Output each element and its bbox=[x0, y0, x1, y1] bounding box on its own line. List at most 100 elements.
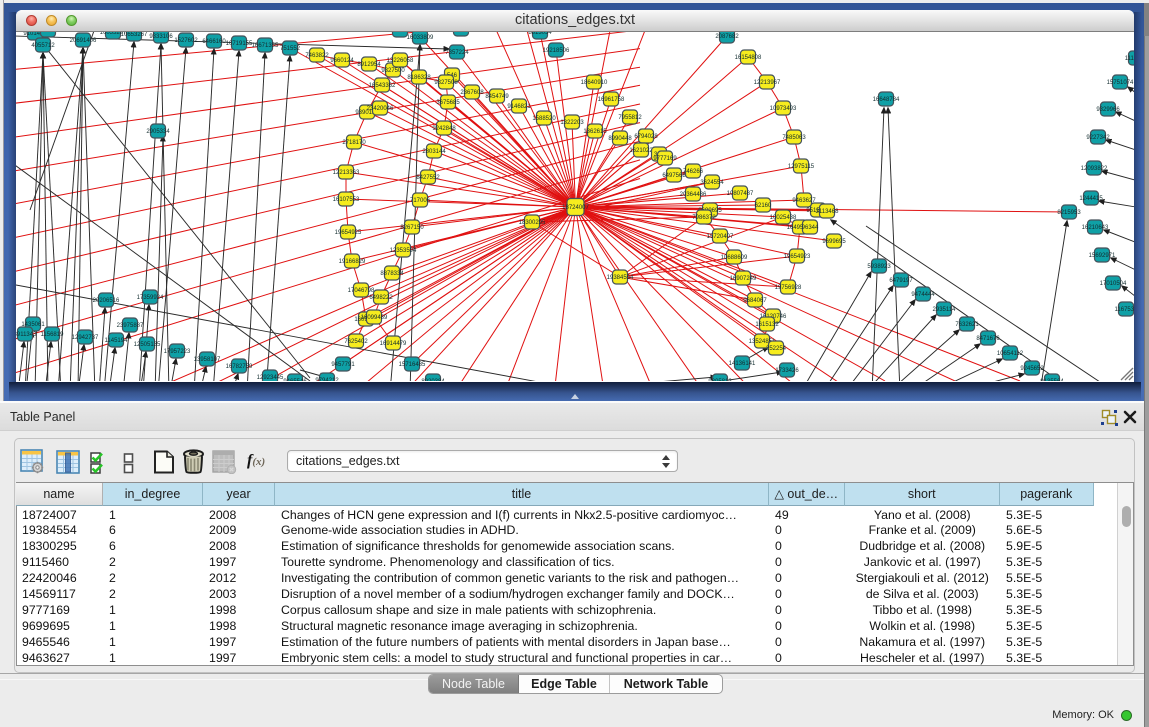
svg-text:717006: 717006 bbox=[410, 198, 431, 204]
svg-text:8215953: 8215953 bbox=[1057, 210, 1081, 216]
svg-text:5938923: 5938923 bbox=[867, 264, 891, 270]
svg-text:19218506: 19218506 bbox=[543, 48, 570, 54]
svg-text:15692971: 15692971 bbox=[1089, 253, 1116, 259]
svg-text:8990448: 8990448 bbox=[608, 136, 632, 142]
svg-text:23420046: 23420046 bbox=[367, 106, 394, 112]
svg-text:8471676: 8471676 bbox=[976, 336, 1000, 342]
svg-text:3675685: 3675685 bbox=[436, 100, 460, 106]
svg-text:8454749: 8454749 bbox=[485, 94, 509, 100]
svg-text:2087682: 2087682 bbox=[715, 34, 739, 40]
svg-text:13958107: 13958107 bbox=[194, 357, 221, 363]
svg-text:10719155: 10719155 bbox=[226, 41, 253, 47]
svg-text:16648784: 16648784 bbox=[873, 97, 900, 103]
svg-text:19384554: 19384554 bbox=[607, 275, 634, 281]
svg-text:1362615: 1362615 bbox=[583, 129, 607, 135]
svg-text:252254: 252254 bbox=[766, 346, 787, 352]
svg-text:16907249: 16907249 bbox=[730, 276, 757, 282]
svg-text:8813054: 8813054 bbox=[528, 32, 552, 36]
svg-text:10653267: 10653267 bbox=[121, 32, 148, 38]
svg-text:9805812: 9805812 bbox=[708, 379, 732, 381]
svg-text:10025438: 10025438 bbox=[770, 215, 797, 221]
svg-text:9474444: 9474444 bbox=[911, 292, 935, 298]
svg-text:9660124: 9660124 bbox=[330, 58, 354, 64]
svg-text:13226058: 13226058 bbox=[387, 58, 414, 64]
svg-text:19654923: 19654923 bbox=[784, 254, 811, 260]
svg-text:16107553: 16107553 bbox=[333, 197, 360, 203]
svg-text:17046798: 17046798 bbox=[348, 288, 375, 294]
svg-text:18640910: 18640910 bbox=[581, 80, 608, 86]
svg-text:20206516: 20206516 bbox=[93, 298, 120, 304]
svg-text:2921609: 2921609 bbox=[449, 32, 473, 33]
svg-text:16961758: 16961758 bbox=[598, 97, 625, 103]
svg-text:1527602: 1527602 bbox=[174, 38, 198, 44]
svg-text:7357224: 7357224 bbox=[445, 50, 469, 56]
svg-text:19654925: 19654925 bbox=[335, 230, 362, 236]
svg-text:15720407: 15720407 bbox=[707, 234, 734, 240]
svg-text:16543362: 16543362 bbox=[369, 83, 396, 89]
svg-text:1615132: 1615132 bbox=[755, 322, 779, 328]
svg-text:2718170: 2718170 bbox=[342, 140, 366, 146]
svg-text:6479197: 6479197 bbox=[889, 278, 913, 284]
svg-text:10973493: 10973493 bbox=[770, 106, 797, 112]
svg-text:7485063: 7485063 bbox=[782, 135, 806, 141]
svg-text:16099489: 16099489 bbox=[361, 315, 388, 321]
svg-text:16033809: 16033809 bbox=[407, 35, 434, 41]
svg-text:9794212: 9794212 bbox=[315, 378, 339, 381]
svg-text:14136141: 14136141 bbox=[729, 361, 756, 367]
svg-text:9457791: 9457791 bbox=[331, 362, 355, 368]
svg-text:2905334: 2905334 bbox=[146, 129, 170, 135]
svg-text:16154808: 16154808 bbox=[735, 55, 762, 61]
svg-text:7463822: 7463822 bbox=[305, 53, 329, 59]
svg-text:9463627: 9463627 bbox=[792, 198, 816, 204]
svg-text:20364486: 20364486 bbox=[680, 192, 707, 198]
svg-text:17957223: 17957223 bbox=[164, 349, 191, 355]
svg-text:12213967: 12213967 bbox=[754, 80, 781, 86]
svg-text:12923445: 12923445 bbox=[257, 375, 284, 381]
svg-text:15751074: 15751074 bbox=[1107, 80, 1134, 86]
svg-text:1145194: 1145194 bbox=[105, 338, 129, 344]
svg-text:7632621: 7632621 bbox=[955, 322, 979, 328]
svg-text:17359924: 17359924 bbox=[137, 295, 164, 301]
svg-text:7955812: 7955812 bbox=[618, 115, 642, 121]
svg-text:6794028: 6794028 bbox=[634, 134, 658, 140]
svg-text:8186328: 8186328 bbox=[407, 75, 431, 81]
svg-text:2803144: 2803144 bbox=[422, 149, 446, 155]
svg-text:18724007: 18724007 bbox=[562, 205, 589, 211]
svg-text:751552: 751552 bbox=[280, 46, 301, 52]
svg-text:15716485: 15716485 bbox=[399, 362, 426, 368]
svg-text:12942737: 12942737 bbox=[72, 335, 99, 341]
svg-text:9146821: 9146821 bbox=[507, 104, 531, 110]
svg-text:12975115: 12975115 bbox=[788, 164, 815, 170]
svg-text:3113468: 3113468 bbox=[816, 209, 840, 215]
svg-text:1621022: 1621022 bbox=[629, 148, 653, 154]
svg-text:9327508: 9327508 bbox=[434, 80, 458, 86]
svg-text:10688609: 10688609 bbox=[721, 255, 748, 261]
svg-text:6498222: 6498222 bbox=[369, 295, 393, 301]
svg-text:9227342: 9227342 bbox=[1086, 135, 1110, 141]
svg-text:1322203: 1322203 bbox=[560, 120, 584, 126]
svg-text:16671355: 16671355 bbox=[252, 43, 279, 49]
svg-text:9684067: 9684067 bbox=[743, 298, 767, 304]
svg-text:3624554: 3624554 bbox=[700, 180, 724, 186]
svg-text:8427552: 8427552 bbox=[416, 175, 440, 181]
svg-text:1167533: 1167533 bbox=[1115, 307, 1134, 313]
svg-text:9465546: 9465546 bbox=[283, 379, 307, 381]
svg-text:19756928: 19756928 bbox=[775, 285, 802, 291]
svg-text:1156819: 1156819 bbox=[41, 332, 65, 338]
svg-text:12505135: 12505135 bbox=[134, 342, 161, 348]
svg-text:9245652: 9245652 bbox=[1020, 366, 1044, 372]
svg-text:12353594: 12353594 bbox=[390, 248, 417, 254]
svg-text:10654112: 10654112 bbox=[997, 351, 1024, 357]
svg-text:62160: 62160 bbox=[755, 203, 772, 209]
svg-text:746266: 746266 bbox=[683, 169, 704, 175]
svg-text:23975887: 23975887 bbox=[117, 323, 144, 329]
svg-text:18300295: 18300295 bbox=[519, 220, 546, 226]
svg-text:8920384: 8920384 bbox=[421, 379, 445, 381]
svg-text:7625402: 7625402 bbox=[344, 339, 368, 345]
svg-text:19166829: 19166829 bbox=[339, 259, 366, 265]
svg-text:9777169: 9777169 bbox=[653, 156, 677, 162]
svg-text:16914479: 16914479 bbox=[380, 341, 407, 347]
svg-text:12213363: 12213363 bbox=[333, 170, 360, 176]
svg-text:9333106: 9333106 bbox=[149, 34, 173, 40]
svg-text:12093822: 12093822 bbox=[1081, 166, 1108, 172]
